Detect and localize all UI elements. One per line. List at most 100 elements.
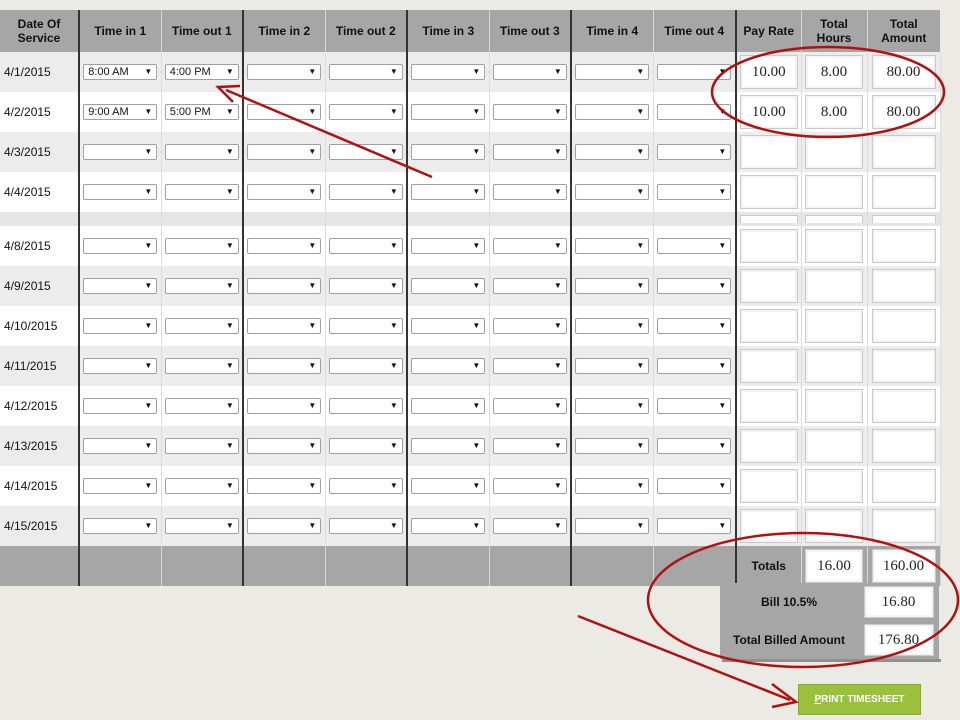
time-in-1-select[interactable]: ▼	[83, 477, 158, 494]
time-in-2-select[interactable]: ▼	[247, 277, 322, 294]
pay-rate-field[interactable]	[739, 509, 798, 543]
time-out-3-select[interactable]: ▼	[492, 397, 567, 414]
time-out-2-select[interactable]: ▼	[328, 317, 403, 334]
time-in-4-select[interactable]: ▼	[575, 183, 650, 200]
time-in-3-select[interactable]: ▼	[411, 477, 486, 494]
time-out-4-select[interactable]: ▼	[657, 477, 732, 494]
time-out-1-select[interactable]: 4:00 PM ▼	[164, 63, 239, 80]
total-hours-field[interactable]	[805, 229, 863, 263]
time-out-4-select[interactable]: ▼	[657, 317, 732, 334]
time-in-1-select[interactable]: ▼	[83, 437, 158, 454]
time-in-1-select[interactable]: ▼	[83, 237, 158, 254]
total-hours-field[interactable]: 8.00	[805, 55, 863, 89]
time-out-1-select[interactable]: ▼	[164, 317, 239, 334]
time-in-3-select[interactable]: ▼	[411, 357, 486, 374]
totals-amount-field[interactable]: 160.00	[871, 549, 936, 583]
pay-rate-field[interactable]: 10.00	[739, 95, 798, 129]
time-out-3-select[interactable]: ▼	[492, 183, 567, 200]
time-out-2-select[interactable]: ▼	[328, 397, 403, 414]
time-out-2-select[interactable]: ▼	[328, 437, 403, 454]
time-out-4-select[interactable]: ▼	[657, 517, 732, 534]
time-out-1-select[interactable]: 5:00 PM ▼	[164, 103, 239, 120]
time-in-1-select[interactable]: ▼	[83, 143, 158, 160]
time-out-4-select[interactable]: ▼	[657, 437, 732, 454]
time-in-1-select[interactable]: ▼	[83, 517, 158, 534]
time-in-4-select[interactable]: ▼	[575, 437, 650, 454]
time-in-1-select[interactable]: 8:00 AM ▼	[83, 63, 158, 80]
time-out-1-select[interactable]: ▼	[164, 357, 239, 374]
time-in-3-select[interactable]: ▼	[411, 143, 486, 160]
time-in-1-select[interactable]: ▼	[83, 277, 158, 294]
time-out-3-select[interactable]: ▼	[492, 143, 567, 160]
time-out-1-select[interactable]: ▼	[164, 437, 239, 454]
total-amount-field[interactable]	[871, 269, 936, 303]
total-hours-field[interactable]	[805, 135, 863, 169]
total-hours-field[interactable]	[805, 269, 863, 303]
pay-rate-field[interactable]	[739, 135, 798, 169]
total-hours-field[interactable]	[805, 175, 863, 209]
time-in-4-select[interactable]: ▼	[575, 517, 650, 534]
time-out-1-select[interactable]: ▼	[164, 183, 239, 200]
pay-rate-field[interactable]	[739, 349, 798, 383]
time-out-1-select[interactable]: ▼	[164, 237, 239, 254]
time-out-3-select[interactable]: ▼	[492, 237, 567, 254]
total-hours-field[interactable]	[805, 469, 863, 503]
totals-hours-field[interactable]: 16.00	[805, 549, 863, 583]
time-in-3-select[interactable]: ▼	[411, 397, 486, 414]
total-amount-field[interactable]	[871, 389, 936, 423]
time-out-4-select[interactable]: ▼	[657, 143, 732, 160]
time-in-3-select[interactable]: ▼	[411, 103, 486, 120]
total-hours-field[interactable]	[805, 429, 863, 463]
time-out-1-select[interactable]: ▼	[164, 517, 239, 534]
time-out-1-select[interactable]: ▼	[164, 277, 239, 294]
time-out-3-select[interactable]: ▼	[492, 477, 567, 494]
total-amount-field[interactable]	[871, 175, 936, 209]
time-in-1-select[interactable]: ▼	[83, 357, 158, 374]
time-in-2-select[interactable]: ▼	[247, 63, 322, 80]
pay-rate-field[interactable]	[739, 269, 798, 303]
total-amount-field[interactable]	[871, 135, 936, 169]
time-in-3-select[interactable]: ▼	[411, 183, 486, 200]
total-amount-field[interactable]	[871, 469, 936, 503]
time-out-2-select[interactable]: ▼	[328, 63, 403, 80]
time-in-2-select[interactable]: ▼	[247, 397, 322, 414]
total-amount-field[interactable]	[871, 349, 936, 383]
time-in-4-select[interactable]: ▼	[575, 477, 650, 494]
time-out-3-select[interactable]: ▼	[492, 63, 567, 80]
time-out-4-select[interactable]: ▼	[657, 277, 732, 294]
time-out-1-select[interactable]: ▼	[164, 477, 239, 494]
time-out-2-select[interactable]: ▼	[328, 237, 403, 254]
total-amount-field[interactable]	[871, 509, 936, 543]
pay-rate-field[interactable]	[739, 469, 798, 503]
time-out-2-select[interactable]: ▼	[328, 357, 403, 374]
print-timesheet-button[interactable]: PRINT TIMESHEET	[798, 684, 921, 715]
total-amount-field[interactable]	[871, 429, 936, 463]
time-out-2-select[interactable]: ▼	[328, 183, 403, 200]
time-in-3-select[interactable]: ▼	[411, 437, 486, 454]
time-in-3-select[interactable]: ▼	[411, 277, 486, 294]
time-in-3-select[interactable]: ▼	[411, 237, 486, 254]
pay-rate-field[interactable]: 10.00	[739, 55, 798, 89]
time-out-3-select[interactable]: ▼	[492, 357, 567, 374]
time-out-4-select[interactable]: ▼	[657, 103, 732, 120]
total-amount-field[interactable]	[871, 309, 936, 343]
total-amount-field[interactable]	[871, 229, 936, 263]
time-in-4-select[interactable]: ▼	[575, 143, 650, 160]
time-out-3-select[interactable]: ▼	[492, 517, 567, 534]
total-hours-field[interactable]	[805, 509, 863, 543]
time-in-3-select[interactable]: ▼	[411, 63, 486, 80]
time-out-2-select[interactable]: ▼	[328, 517, 403, 534]
total-amount-field[interactable]: 80.00	[871, 95, 936, 129]
time-in-4-select[interactable]: ▼	[575, 277, 650, 294]
time-in-2-select[interactable]: ▼	[247, 237, 322, 254]
time-out-4-select[interactable]: ▼	[657, 237, 732, 254]
time-in-2-select[interactable]: ▼	[247, 143, 322, 160]
total-hours-field[interactable]	[805, 309, 863, 343]
time-in-1-select[interactable]: ▼	[83, 317, 158, 334]
time-in-4-select[interactable]: ▼	[575, 103, 650, 120]
total-hours-field[interactable]	[805, 389, 863, 423]
time-in-1-select[interactable]: ▼	[83, 183, 158, 200]
pay-rate-field[interactable]	[739, 429, 798, 463]
time-out-1-select[interactable]: ▼	[164, 397, 239, 414]
time-in-3-select[interactable]: ▼	[411, 517, 486, 534]
